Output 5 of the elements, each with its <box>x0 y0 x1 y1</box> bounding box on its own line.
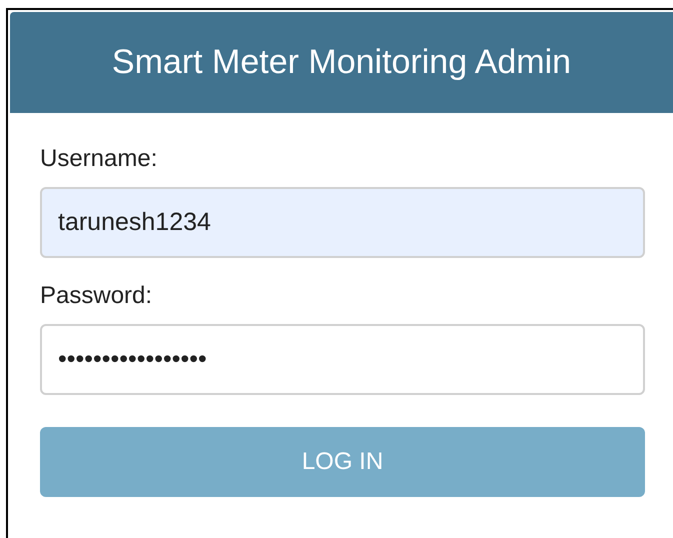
password-field[interactable]: ••••••••••••••••• <box>40 324 645 395</box>
field-label: Password: <box>40 282 154 310</box>
field-label: Username: <box>40 145 158 173</box>
login-title: Smart Meter Monitoring Admin <box>112 43 572 82</box>
username-field[interactable]: tarunesh1234 <box>40 187 645 258</box>
